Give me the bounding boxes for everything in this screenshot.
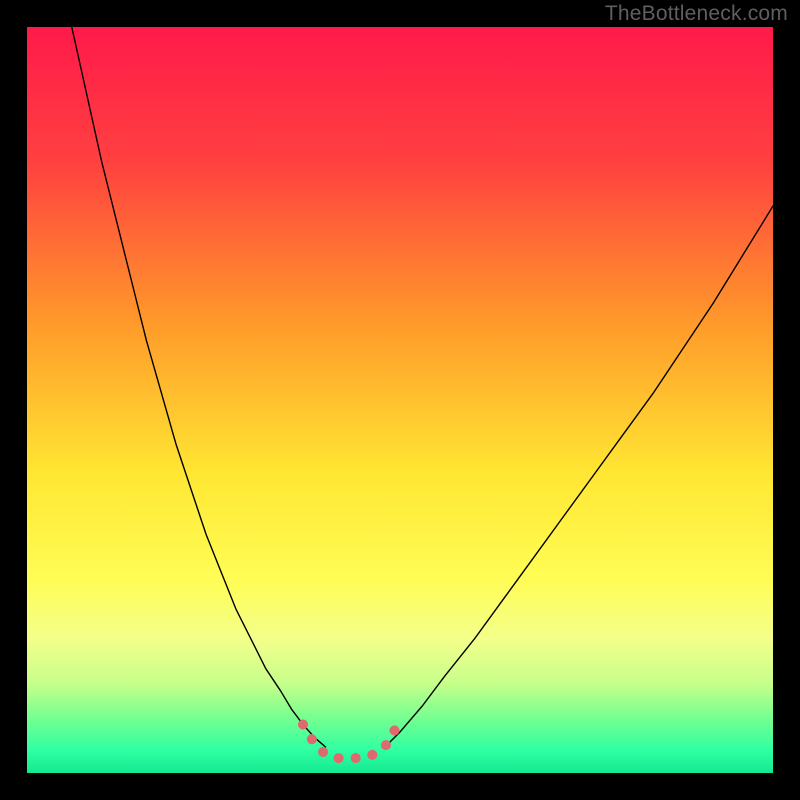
gradient-background [27,27,773,773]
watermark-text: TheBottleneck.com [605,2,788,26]
plot-area [27,27,773,773]
outer-frame: TheBottleneck.com [0,0,800,800]
plot-svg [27,27,773,773]
